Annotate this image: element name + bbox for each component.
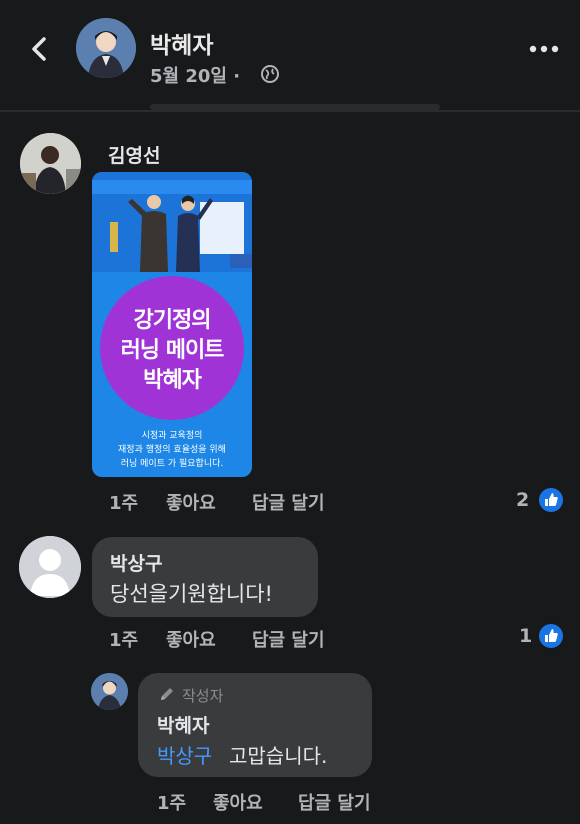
author-avatar[interactable] bbox=[76, 18, 136, 78]
poster-caption-3: 러닝 메이트 가 필요합니다. bbox=[120, 459, 224, 469]
reply-button[interactable]: 답글 달기 bbox=[252, 626, 325, 652]
reaction-count[interactable]: 2 bbox=[516, 489, 529, 511]
header-divider bbox=[0, 110, 580, 112]
poster-photo bbox=[92, 172, 252, 272]
comment-author-name[interactable]: 김영선 bbox=[108, 141, 160, 168]
back-icon[interactable] bbox=[24, 34, 54, 64]
like-button[interactable]: 좋아요 bbox=[213, 789, 263, 815]
author-reply-avatar[interactable] bbox=[91, 673, 128, 710]
poster-headline-2: 러닝 메이트 bbox=[120, 338, 225, 363]
like-button[interactable]: 좋아요 bbox=[166, 489, 216, 515]
reaction-count[interactable]: 1 bbox=[519, 625, 532, 647]
pen-icon bbox=[161, 688, 173, 700]
default-avatar[interactable] bbox=[19, 536, 81, 598]
poster-headline-1: 강기정의 bbox=[133, 308, 212, 333]
commenter-avatar[interactable] bbox=[20, 133, 81, 194]
comment-text: 고맙습니다. bbox=[229, 744, 328, 768]
reply-button[interactable]: 답글 달기 bbox=[252, 489, 325, 515]
comment-author-name[interactable]: 박상구 bbox=[110, 549, 162, 576]
poster-headline-3: 박혜자 bbox=[143, 368, 202, 393]
reply-button[interactable]: 답글 달기 bbox=[298, 789, 371, 815]
comment-time[interactable]: 1주 bbox=[109, 626, 138, 652]
comment-author-name[interactable]: 박혜자 bbox=[157, 711, 209, 738]
more-icon[interactable] bbox=[528, 44, 560, 54]
globe-icon bbox=[261, 65, 279, 83]
poster-caption-2: 재정과 행정의 효율성을 위해 bbox=[118, 445, 226, 455]
comment-text: 당선을기원합니다! bbox=[110, 582, 273, 606]
comment-image[interactable]: 강기정의 러닝 메이트 박혜자 시정과 교육정의 재정과 행정의 효율성을 위해… bbox=[92, 172, 252, 477]
poster-circle: 강기정의 러닝 메이트 박혜자 bbox=[100, 276, 244, 420]
like-icon bbox=[537, 486, 565, 514]
like-icon bbox=[537, 622, 565, 650]
mention-link[interactable]: 박상구 bbox=[157, 740, 212, 769]
poster-caption-1: 시정과 교육정의 bbox=[141, 431, 203, 441]
like-button[interactable]: 좋아요 bbox=[166, 626, 216, 652]
comment-time[interactable]: 1주 bbox=[109, 489, 138, 515]
comment-time[interactable]: 1주 bbox=[157, 789, 186, 815]
author-badge: 작성자 bbox=[182, 687, 224, 705]
post-date[interactable]: 5월 20일 · bbox=[150, 62, 240, 88]
post-author-name[interactable]: 박혜자 bbox=[150, 26, 213, 60]
